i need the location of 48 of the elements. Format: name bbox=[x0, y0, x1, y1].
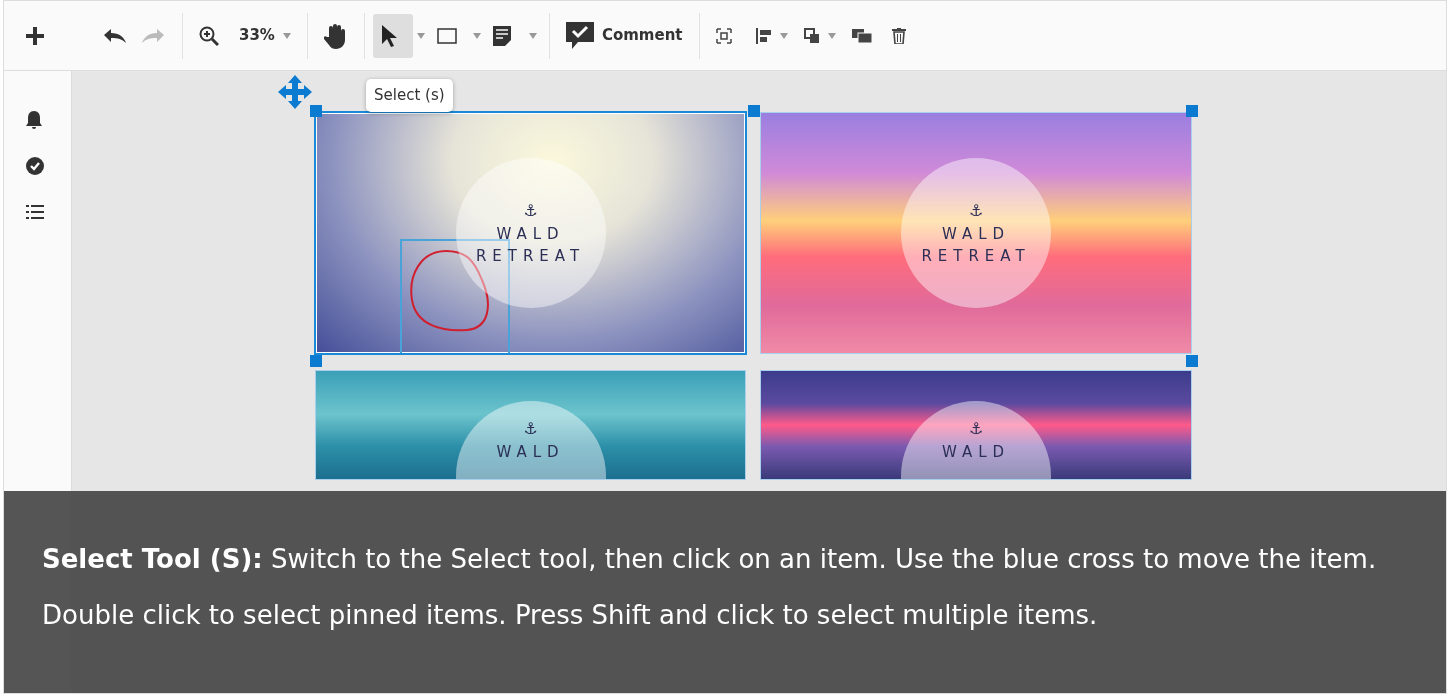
caret-icon bbox=[416, 32, 425, 39]
caret-icon bbox=[472, 32, 481, 39]
arrange-icon bbox=[803, 27, 820, 44]
logo-title: RETREAT bbox=[475, 246, 586, 267]
bell-icon bbox=[25, 111, 42, 129]
zoom-in-icon bbox=[199, 25, 219, 46]
zoom-dropdown[interactable]: 33% bbox=[231, 13, 299, 58]
select-tool-button[interactable] bbox=[372, 13, 413, 58]
check-circle-icon bbox=[25, 157, 44, 175]
comment-icon bbox=[565, 21, 594, 50]
logo-title: WALD bbox=[496, 223, 565, 245]
comment-button[interactable]: Comment bbox=[557, 13, 691, 58]
logo-title: RETREAT bbox=[921, 246, 1031, 267]
anchor-glyph: ⚓ bbox=[968, 199, 984, 222]
artboard[interactable]: ⚓ WALD bbox=[761, 371, 1191, 479]
anchor-glyph: ⚓ bbox=[523, 418, 538, 440]
artboard[interactable]: ⚓ WALD bbox=[316, 371, 745, 479]
anchor-glyph: ⚓ bbox=[523, 199, 538, 222]
hand-icon bbox=[323, 22, 348, 49]
undo-icon bbox=[102, 28, 126, 43]
artboard[interactable]: ⚓ WALD RETREAT bbox=[316, 113, 745, 353]
resize-handle[interactable] bbox=[1186, 105, 1198, 117]
note-icon bbox=[492, 25, 511, 46]
tooltip: Select (s) bbox=[366, 79, 453, 112]
logo-title: WALD bbox=[941, 442, 1011, 463]
resize-handle[interactable] bbox=[1186, 355, 1198, 367]
trash-icon bbox=[891, 27, 906, 44]
crop-icon bbox=[715, 27, 732, 44]
caret-icon bbox=[282, 32, 291, 39]
caret-icon bbox=[827, 32, 836, 39]
list-icon bbox=[25, 205, 44, 219]
resize-handle[interactable] bbox=[748, 105, 760, 117]
pointer-icon bbox=[380, 24, 397, 47]
caret-icon bbox=[528, 32, 537, 39]
align-icon bbox=[755, 27, 772, 44]
plus-icon bbox=[26, 26, 44, 45]
caret-icon bbox=[779, 32, 788, 39]
move-icon[interactable] bbox=[278, 75, 312, 109]
resize-handle[interactable] bbox=[310, 355, 322, 367]
layers-icon bbox=[851, 28, 872, 43]
artboard[interactable]: ⚓ WALD RETREAT bbox=[761, 113, 1191, 353]
redo-icon bbox=[142, 28, 166, 43]
anchor-glyph: ⚓ bbox=[968, 418, 984, 440]
resize-handle[interactable] bbox=[310, 105, 322, 117]
rectangle-icon bbox=[436, 27, 457, 44]
logo-title: WALD bbox=[941, 223, 1011, 245]
logo-title: WALD bbox=[496, 442, 565, 463]
caption-text: Select Tool (S): Switch to the Select tool, then click on an item. Use the blue cross to move the item. Double click to select pinned items. Press Shift and click to select multiple items. bbox=[42, 543, 1378, 632]
